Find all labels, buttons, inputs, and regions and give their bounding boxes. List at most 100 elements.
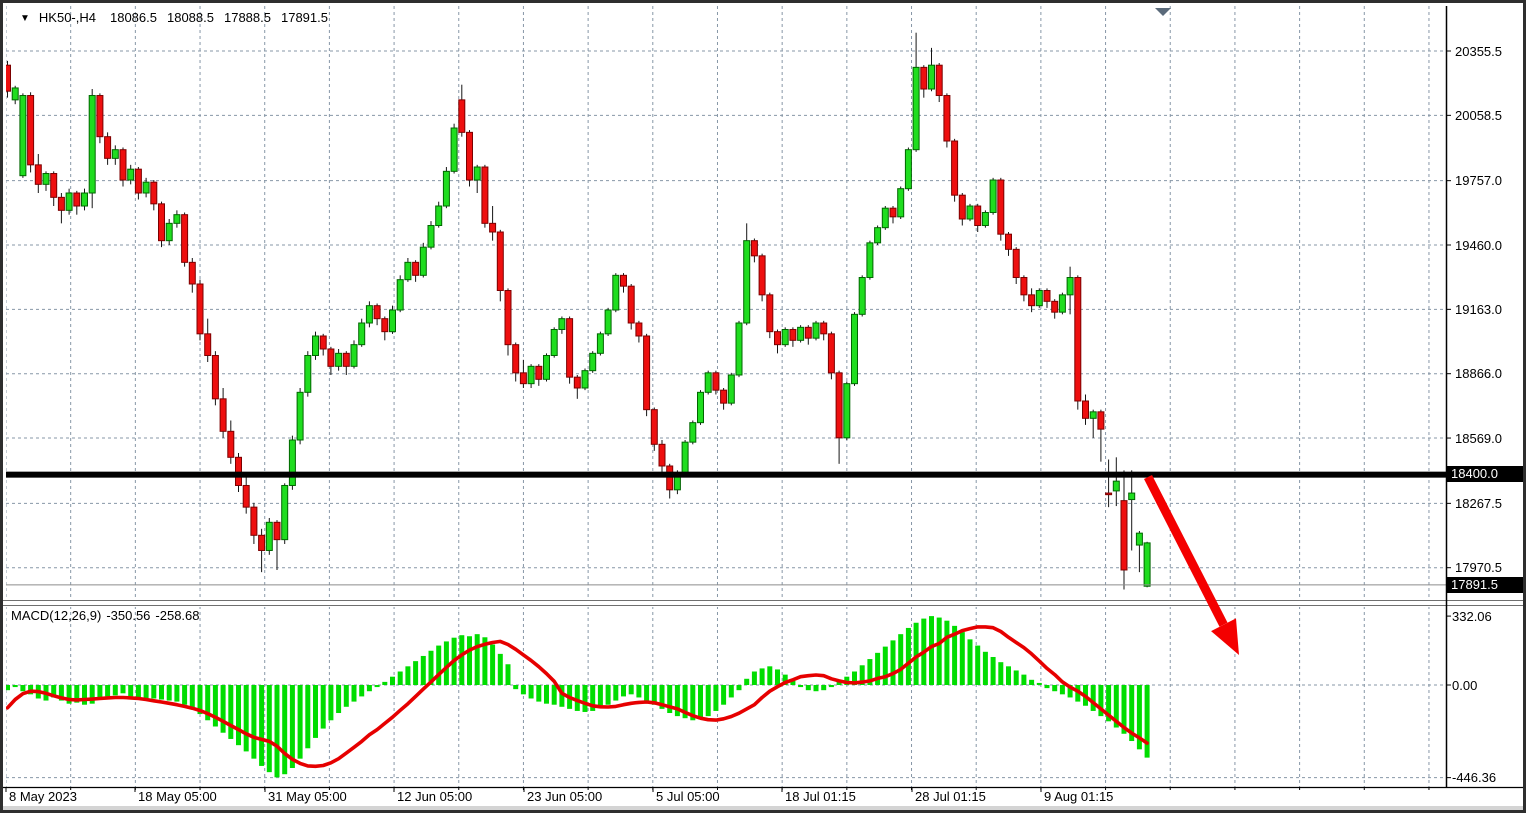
candle[interactable] xyxy=(28,96,34,165)
candle[interactable] xyxy=(528,366,534,383)
candle[interactable] xyxy=(1052,301,1058,312)
candle[interactable] xyxy=(1044,291,1050,302)
candle[interactable] xyxy=(436,206,442,225)
candle[interactable] xyxy=(536,366,542,379)
candle[interactable] xyxy=(998,180,1004,234)
candle[interactable] xyxy=(1036,291,1042,306)
candle[interactable] xyxy=(51,174,57,198)
candle[interactable] xyxy=(775,332,781,345)
candle[interactable] xyxy=(1075,278,1081,401)
candle[interactable] xyxy=(975,206,981,225)
candle[interactable] xyxy=(420,247,426,275)
candle[interactable] xyxy=(728,375,734,403)
candle[interactable] xyxy=(875,228,881,243)
candle[interactable] xyxy=(1083,401,1089,418)
candle[interactable] xyxy=(305,355,311,392)
candle[interactable] xyxy=(959,195,965,219)
candle[interactable] xyxy=(35,165,41,184)
candle[interactable] xyxy=(382,319,388,332)
candle[interactable] xyxy=(451,128,457,171)
candle[interactable] xyxy=(112,150,118,159)
candle[interactable] xyxy=(659,444,665,466)
candle[interactable] xyxy=(174,215,180,224)
candle[interactable] xyxy=(135,169,141,193)
candle[interactable] xyxy=(644,336,650,410)
candle[interactable] xyxy=(1113,481,1119,491)
candle[interactable] xyxy=(1067,278,1073,295)
candle[interactable] xyxy=(359,323,365,345)
candle[interactable] xyxy=(990,180,996,212)
candle[interactable] xyxy=(921,67,927,89)
candle[interactable] xyxy=(621,275,627,286)
candle[interactable] xyxy=(836,373,842,438)
candle[interactable] xyxy=(374,306,380,319)
candle[interactable] xyxy=(613,275,619,310)
candle[interactable] xyxy=(128,169,134,180)
candle[interactable] xyxy=(544,355,550,379)
candle[interactable] xyxy=(882,208,888,227)
candle[interactable] xyxy=(343,353,349,366)
candle[interactable] xyxy=(651,410,657,445)
candle[interactable] xyxy=(520,373,526,384)
candle[interactable] xyxy=(759,256,765,295)
candle[interactable] xyxy=(751,241,757,256)
candle[interactable] xyxy=(1098,412,1104,429)
candle[interactable] xyxy=(590,353,596,370)
candle[interactable] xyxy=(936,65,942,95)
candle[interactable] xyxy=(967,206,973,219)
candle[interactable] xyxy=(898,189,904,217)
candle[interactable] xyxy=(567,319,573,377)
candle[interactable] xyxy=(559,319,565,330)
candle[interactable] xyxy=(582,371,588,388)
candle[interactable] xyxy=(405,262,411,279)
candle[interactable] xyxy=(205,334,211,356)
candle[interactable] xyxy=(313,336,319,355)
candle[interactable] xyxy=(82,193,88,206)
candle[interactable] xyxy=(605,310,611,334)
candle[interactable] xyxy=(1144,543,1150,586)
candle[interactable] xyxy=(397,280,403,310)
candle[interactable] xyxy=(320,336,326,349)
candle[interactable] xyxy=(859,278,865,315)
candle[interactable] xyxy=(274,522,280,539)
candle[interactable] xyxy=(744,241,750,323)
candle[interactable] xyxy=(1136,533,1142,545)
candle[interactable] xyxy=(1021,278,1027,295)
candle[interactable] xyxy=(1029,295,1035,306)
symbol-dropdown-icon[interactable]: ▼ xyxy=(20,13,30,24)
candle[interactable] xyxy=(705,373,711,392)
candle[interactable] xyxy=(58,197,64,210)
candle[interactable] xyxy=(905,150,911,189)
candle[interactable] xyxy=(220,399,226,431)
candle[interactable] xyxy=(913,67,919,149)
candle[interactable] xyxy=(944,96,950,141)
candle[interactable] xyxy=(852,314,858,383)
candle[interactable] xyxy=(767,295,773,332)
candle[interactable] xyxy=(952,141,958,195)
candle[interactable] xyxy=(597,334,603,353)
candle[interactable] xyxy=(89,96,95,193)
candle[interactable] xyxy=(513,345,519,373)
candle[interactable] xyxy=(467,132,473,180)
candle[interactable] xyxy=(805,327,811,338)
candle[interactable] xyxy=(459,100,465,132)
candle[interactable] xyxy=(574,377,580,388)
chart-canvas[interactable] xyxy=(3,3,1526,813)
candle[interactable] xyxy=(297,392,303,440)
candle[interactable] xyxy=(251,507,257,535)
candle[interactable] xyxy=(698,392,704,422)
candle[interactable] xyxy=(1006,234,1012,249)
candle[interactable] xyxy=(66,193,72,210)
candle[interactable] xyxy=(713,373,719,390)
candle[interactable] xyxy=(1013,249,1019,277)
candle[interactable] xyxy=(74,193,80,206)
candle[interactable] xyxy=(1121,501,1127,570)
candle[interactable] xyxy=(189,262,195,284)
candle[interactable] xyxy=(105,137,111,159)
candle[interactable] xyxy=(197,284,203,334)
candle[interactable] xyxy=(413,262,419,275)
candle[interactable] xyxy=(212,355,218,398)
candle[interactable] xyxy=(867,243,873,278)
candle[interactable] xyxy=(20,96,26,176)
candle[interactable] xyxy=(182,215,188,263)
